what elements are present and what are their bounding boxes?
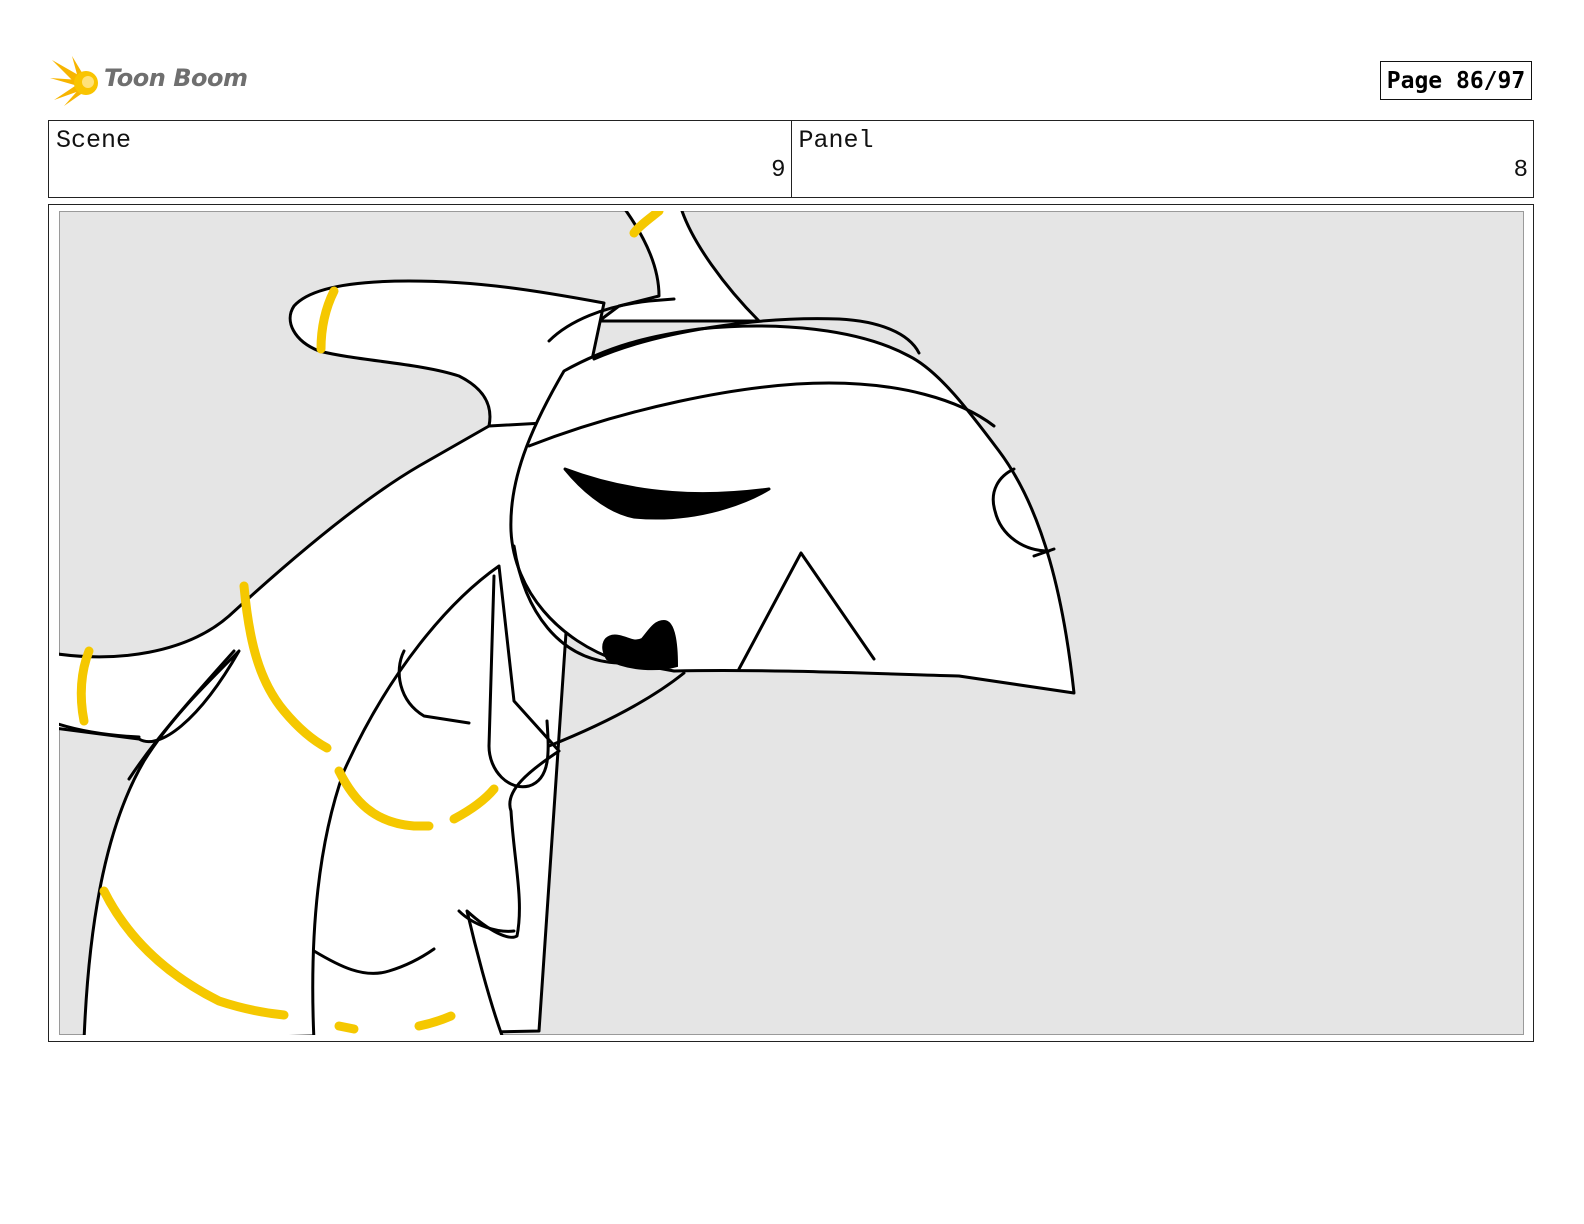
panel-cell: Panel 8	[790, 121, 1534, 197]
toon-boom-logo: Toon Boom	[50, 56, 250, 108]
logo-text: Toon Boom	[104, 64, 248, 92]
starburst-logo-icon	[50, 56, 98, 106]
scene-cell: Scene 9	[49, 121, 791, 197]
scene-label: Scene	[56, 126, 132, 155]
scene-number: 9	[771, 157, 786, 184]
page-indicator: Page 86/97	[1380, 61, 1532, 100]
panel-label: Panel	[798, 126, 874, 155]
panel-number: 8	[1513, 157, 1528, 184]
storyboard-drawing	[59, 211, 1524, 1035]
scene-panel-info-table: Scene 9 Panel 8	[48, 120, 1534, 198]
body-stripe-3	[334, 1021, 359, 1034]
